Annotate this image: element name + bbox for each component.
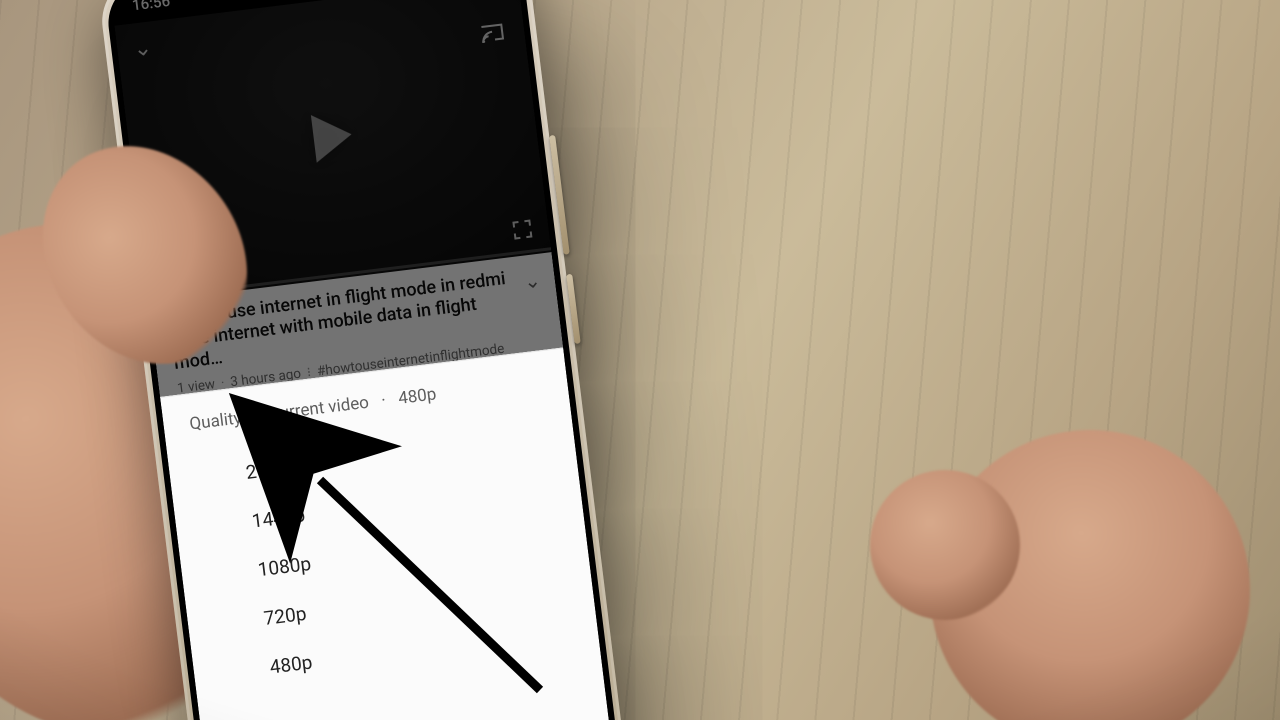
- collapse-icon[interactable]: ⌄: [132, 35, 153, 62]
- quality-current: 480p: [397, 384, 437, 409]
- play-icon[interactable]: [311, 110, 355, 162]
- expand-icon[interactable]: ⌄: [523, 268, 543, 294]
- quality-sheet: Quality for current video · 480p 2160p 1…: [160, 347, 620, 720]
- scene: 16:56 ⌄ 0:02 / 4:57: [0, 0, 1280, 720]
- cast-icon[interactable]: [479, 22, 505, 45]
- power-button: [566, 274, 580, 344]
- fullscreen-icon[interactable]: [511, 218, 533, 240]
- status-time: 16:56: [131, 0, 171, 14]
- right-hand-finger: [870, 470, 1020, 620]
